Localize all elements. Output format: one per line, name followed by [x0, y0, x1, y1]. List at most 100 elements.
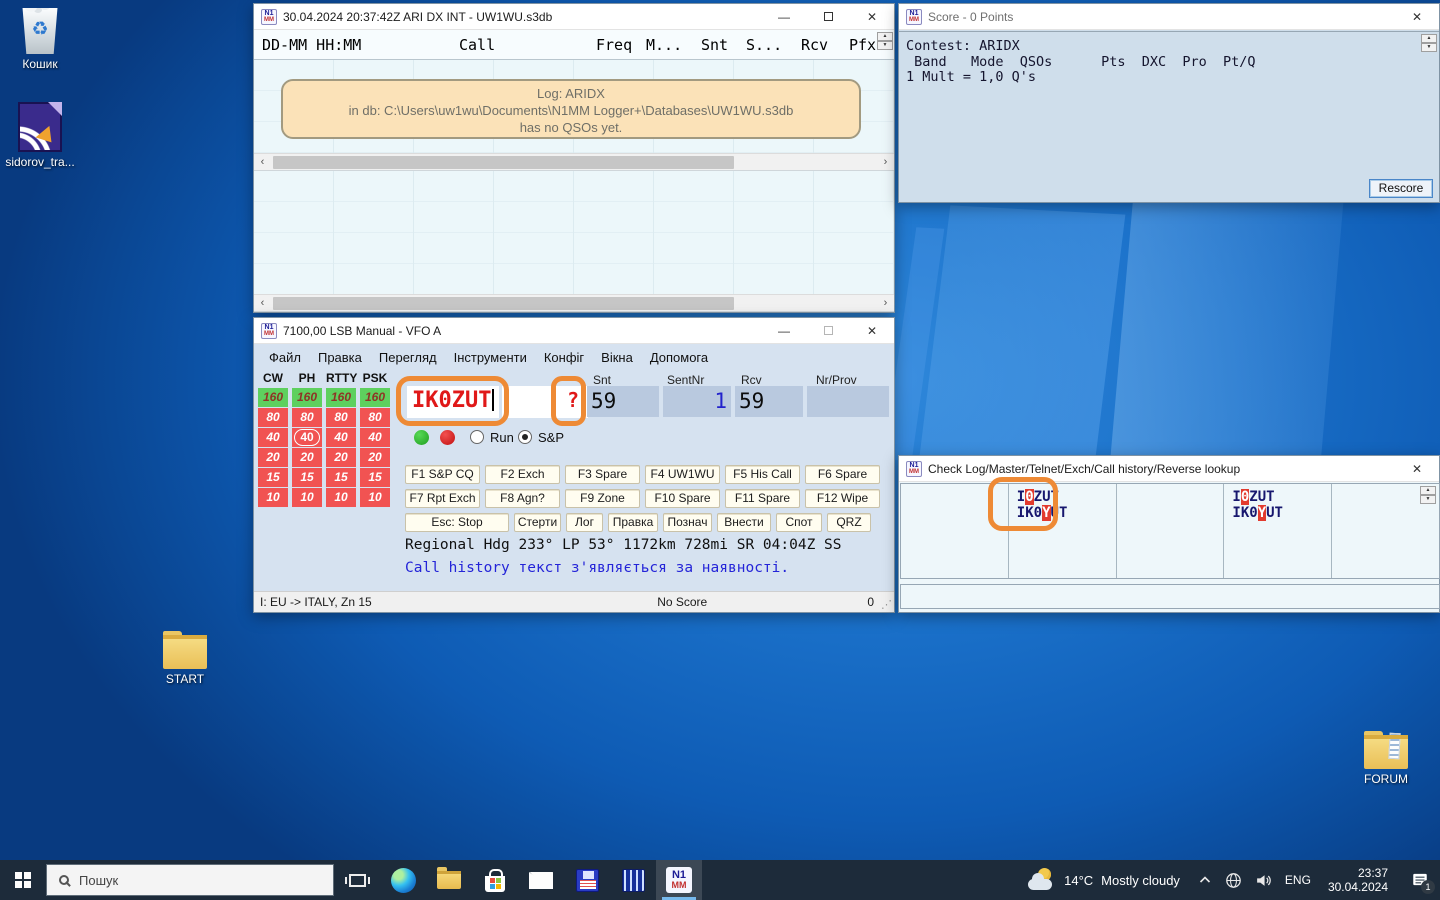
score-scroll-spinner[interactable]: ▲▼: [1421, 34, 1437, 52]
taskbar-app-explorer[interactable]: [426, 860, 472, 900]
start-button[interactable]: [0, 860, 46, 900]
check-candidate-call[interactable]: IK0YUT: [1017, 505, 1116, 521]
band-button-ph-15[interactable]: 15: [292, 468, 322, 487]
action-button[interactable]: Esc: Stop: [405, 513, 509, 532]
scroll-left-icon[interactable]: ‹: [254, 154, 271, 170]
fkey-button[interactable]: F1 S&P CQ: [405, 465, 480, 484]
action-button[interactable]: Правка: [608, 513, 658, 532]
scroll-right-icon[interactable]: ›: [877, 295, 894, 311]
check-scroll-spinner[interactable]: ▲▼: [1420, 486, 1436, 504]
desktop-icon-start-folder[interactable]: START: [147, 628, 223, 686]
sp-radio[interactable]: [518, 430, 532, 444]
desktop-icon-forum-folder[interactable]: FORUM: [1348, 728, 1424, 786]
taskbar-app-edge[interactable]: [380, 860, 426, 900]
fkey-button[interactable]: F2 Exch: [485, 465, 560, 484]
close-button[interactable]: ✕: [1395, 456, 1439, 481]
taskbar-app-store[interactable]: [472, 860, 518, 900]
language-indicator[interactable]: ENG: [1285, 873, 1311, 887]
band-button-rtty-20[interactable]: 20: [326, 448, 356, 467]
tray-chevron-up-icon[interactable]: [1198, 873, 1212, 887]
band-button-rtty-15[interactable]: 15: [326, 468, 356, 487]
menu-item-перегляд[interactable]: Перегляд: [379, 350, 437, 365]
snt-field[interactable]: 59: [587, 386, 659, 417]
network-globe-icon[interactable]: [1225, 872, 1242, 889]
band-button-ph-40[interactable]: 40: [292, 428, 322, 447]
minimize-button[interactable]: —: [762, 4, 806, 29]
close-button[interactable]: ✕: [1395, 4, 1439, 29]
check-window-titlebar[interactable]: N1MM Check Log/Master/Telnet/Exch/Call h…: [899, 456, 1439, 482]
maximize-button[interactable]: [806, 318, 850, 343]
score-window-titlebar[interactable]: N1MM Score - 0 Points ✕: [899, 4, 1439, 30]
taskbar-app-mail[interactable]: [518, 860, 564, 900]
band-button-cw-40[interactable]: 40: [258, 428, 288, 447]
task-view-button[interactable]: [334, 860, 380, 900]
fkey-button[interactable]: F4 UW1WU: [645, 465, 720, 484]
fkey-button[interactable]: F11 Spare: [725, 489, 800, 508]
band-button-rtty-80[interactable]: 80: [326, 408, 356, 427]
check-candidate-call[interactable]: IK0YUT: [1232, 505, 1331, 521]
band-button-ph-20[interactable]: 20: [292, 448, 322, 467]
action-button[interactable]: Стерти: [514, 513, 561, 532]
minimize-button[interactable]: —: [762, 318, 806, 343]
band-button-psk-10[interactable]: 10: [360, 488, 390, 507]
taskbar-app-save[interactable]: [564, 860, 610, 900]
sentnr-field[interactable]: 1: [663, 386, 731, 417]
menu-item-файл[interactable]: Файл: [269, 350, 301, 365]
band-button-psk-20[interactable]: 20: [360, 448, 390, 467]
run-radio[interactable]: [470, 430, 484, 444]
rescore-button[interactable]: Rescore: [1369, 179, 1433, 198]
scroll-right-icon[interactable]: ›: [877, 154, 894, 170]
check-candidate-call[interactable]: I0ZUT: [1017, 489, 1116, 505]
desktop-icon-sidorov-file[interactable]: sidorov_tra...: [2, 102, 78, 169]
menu-item-вікна[interactable]: Вікна: [601, 350, 633, 365]
band-button-ph-160[interactable]: 160: [292, 388, 322, 407]
desktop-icon-recycle-bin[interactable]: ♻ Кошик: [2, 8, 78, 71]
menu-item-конфіг[interactable]: Конфіг: [544, 350, 584, 365]
scroll-left-icon[interactable]: ‹: [254, 295, 271, 311]
band-button-psk-40[interactable]: 40: [360, 428, 390, 447]
action-button[interactable]: Лог: [566, 513, 603, 532]
fkey-button[interactable]: F8 Agn?: [485, 489, 560, 508]
rcv-field[interactable]: 59: [735, 386, 803, 417]
taskbar-clock[interactable]: 23:37 30.04.2024: [1324, 866, 1392, 894]
band-button-psk-15[interactable]: 15: [360, 468, 390, 487]
fkey-button[interactable]: F7 Rpt Exch: [405, 489, 480, 508]
log-horizontal-scrollbar-top[interactable]: ‹ ›: [254, 153, 894, 171]
scrollbar-thumb[interactable]: [273, 297, 734, 310]
check-candidate-call[interactable]: I0ZUT: [1232, 489, 1331, 505]
band-button-cw-160[interactable]: 160: [258, 388, 288, 407]
taskbar-search[interactable]: Пошук: [46, 864, 334, 896]
action-button[interactable]: Познач: [663, 513, 712, 532]
action-button[interactable]: Спот: [776, 513, 822, 532]
fkey-button[interactable]: F9 Zone: [565, 489, 640, 508]
entry-window-titlebar[interactable]: N1MM 7100,00 LSB Manual - VFO A — ✕: [254, 318, 894, 344]
exchange-input[interactable]: ?: [502, 386, 588, 418]
band-button-cw-20[interactable]: 20: [258, 448, 288, 467]
band-button-ph-80[interactable]: 80: [292, 408, 322, 427]
resize-grip[interactable]: ⋰: [881, 598, 892, 611]
band-button-cw-15[interactable]: 15: [258, 468, 288, 487]
band-button-psk-80[interactable]: 80: [360, 408, 390, 427]
band-button-psk-160[interactable]: 160: [360, 388, 390, 407]
band-button-rtty-160[interactable]: 160: [326, 388, 356, 407]
menu-item-інструменти[interactable]: Інструменти: [454, 350, 527, 365]
volume-icon[interactable]: [1255, 872, 1272, 889]
log-horizontal-scrollbar-bottom[interactable]: ‹ ›: [254, 294, 894, 312]
fkey-button[interactable]: F6 Spare: [805, 465, 880, 484]
scrollbar-thumb[interactable]: [273, 156, 734, 169]
close-button[interactable]: ✕: [850, 4, 894, 29]
band-button-rtty-40[interactable]: 40: [326, 428, 356, 447]
band-button-ph-10[interactable]: 10: [292, 488, 322, 507]
menu-item-допомога[interactable]: Допомога: [650, 350, 708, 365]
close-button[interactable]: ✕: [850, 318, 894, 343]
taskbar-app-library[interactable]: [610, 860, 656, 900]
log-window-titlebar[interactable]: N1MM 30.04.2024 20:37:42Z ARI DX INT - U…: [254, 4, 894, 30]
taskbar-app-n1mm[interactable]: N1MM: [656, 860, 702, 900]
fkey-button[interactable]: F5 His Call: [725, 465, 800, 484]
action-button[interactable]: QRZ: [827, 513, 871, 532]
band-button-cw-80[interactable]: 80: [258, 408, 288, 427]
maximize-button[interactable]: [806, 4, 850, 29]
fkey-button[interactable]: F3 Spare: [565, 465, 640, 484]
log-scroll-spinner[interactable]: ▲▼: [877, 32, 893, 50]
menu-item-правка[interactable]: Правка: [318, 350, 362, 365]
